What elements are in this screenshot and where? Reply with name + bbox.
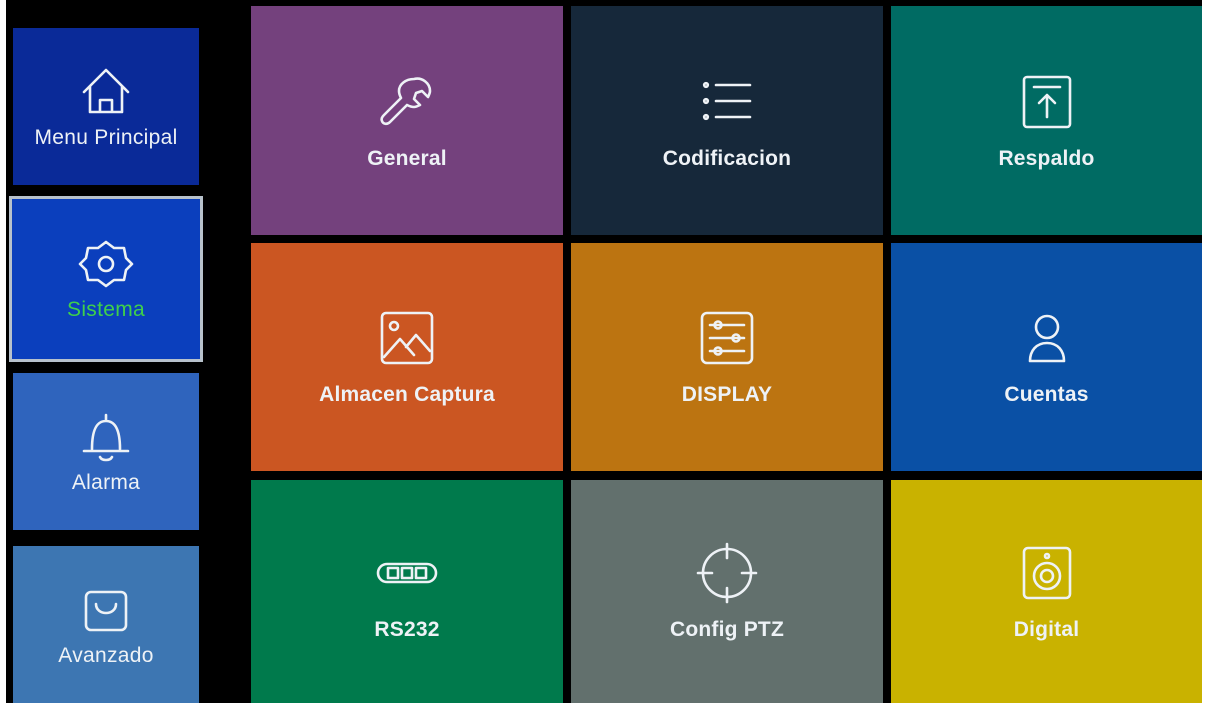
sidebar-item-avanzado[interactable]: Avanzado — [13, 546, 199, 703]
sidebar-item-label: Sistema — [67, 298, 145, 321]
tile-display[interactable]: DISPLAY — [571, 243, 883, 471]
home-icon — [78, 64, 134, 120]
screen-edge — [1202, 0, 1208, 703]
shopping-bag-icon — [78, 582, 134, 638]
tile-label: Config PTZ — [670, 617, 784, 641]
sidebar-item-sistema[interactable]: Sistema — [9, 196, 203, 362]
tile-respaldo[interactable]: Respaldo — [891, 6, 1202, 235]
gear-icon — [78, 236, 134, 292]
wrench-icon — [376, 71, 438, 133]
tile-general[interactable]: General — [251, 6, 563, 235]
tile-label: General — [367, 146, 447, 170]
tile-label: Respaldo — [998, 146, 1095, 170]
sidebar-item-label: Menu Principal — [34, 125, 178, 149]
upload-icon — [1016, 71, 1078, 133]
tile-label: DISPLAY — [681, 383, 773, 406]
bell-icon — [78, 409, 134, 465]
serial-port-icon — [376, 542, 438, 604]
sidebar-item-menu-principal[interactable]: Menu Principal — [13, 28, 199, 185]
tile-label: RS232 — [374, 617, 440, 641]
tile-label: Digital — [1013, 617, 1080, 641]
tile-label: Almacen Captura — [319, 383, 495, 406]
list-icon — [696, 71, 758, 133]
tile-label: Cuentas — [1004, 383, 1089, 406]
sidebar-item-label: Avanzado — [58, 643, 154, 667]
tile-almacen-captura[interactable]: Almacen Captura — [251, 243, 563, 471]
crosshair-icon — [696, 542, 758, 604]
tile-cuentas[interactable]: Cuentas — [891, 243, 1202, 471]
tile-codificacion[interactable]: Codificacion — [571, 6, 883, 235]
tile-digital[interactable]: Digital — [891, 480, 1202, 703]
sliders-icon — [696, 307, 758, 369]
sidebar-item-alarma[interactable]: Alarma — [13, 373, 199, 530]
sidebar-item-label: Alarma — [71, 470, 141, 494]
speaker-icon — [1016, 542, 1078, 604]
tile-rs232[interactable]: RS232 — [251, 480, 563, 703]
tile-config-ptz[interactable]: Config PTZ — [571, 480, 883, 703]
user-icon — [1016, 307, 1078, 369]
screen-edge — [0, 0, 6, 703]
tile-label: Codificacion — [662, 146, 792, 170]
image-icon — [376, 307, 438, 369]
